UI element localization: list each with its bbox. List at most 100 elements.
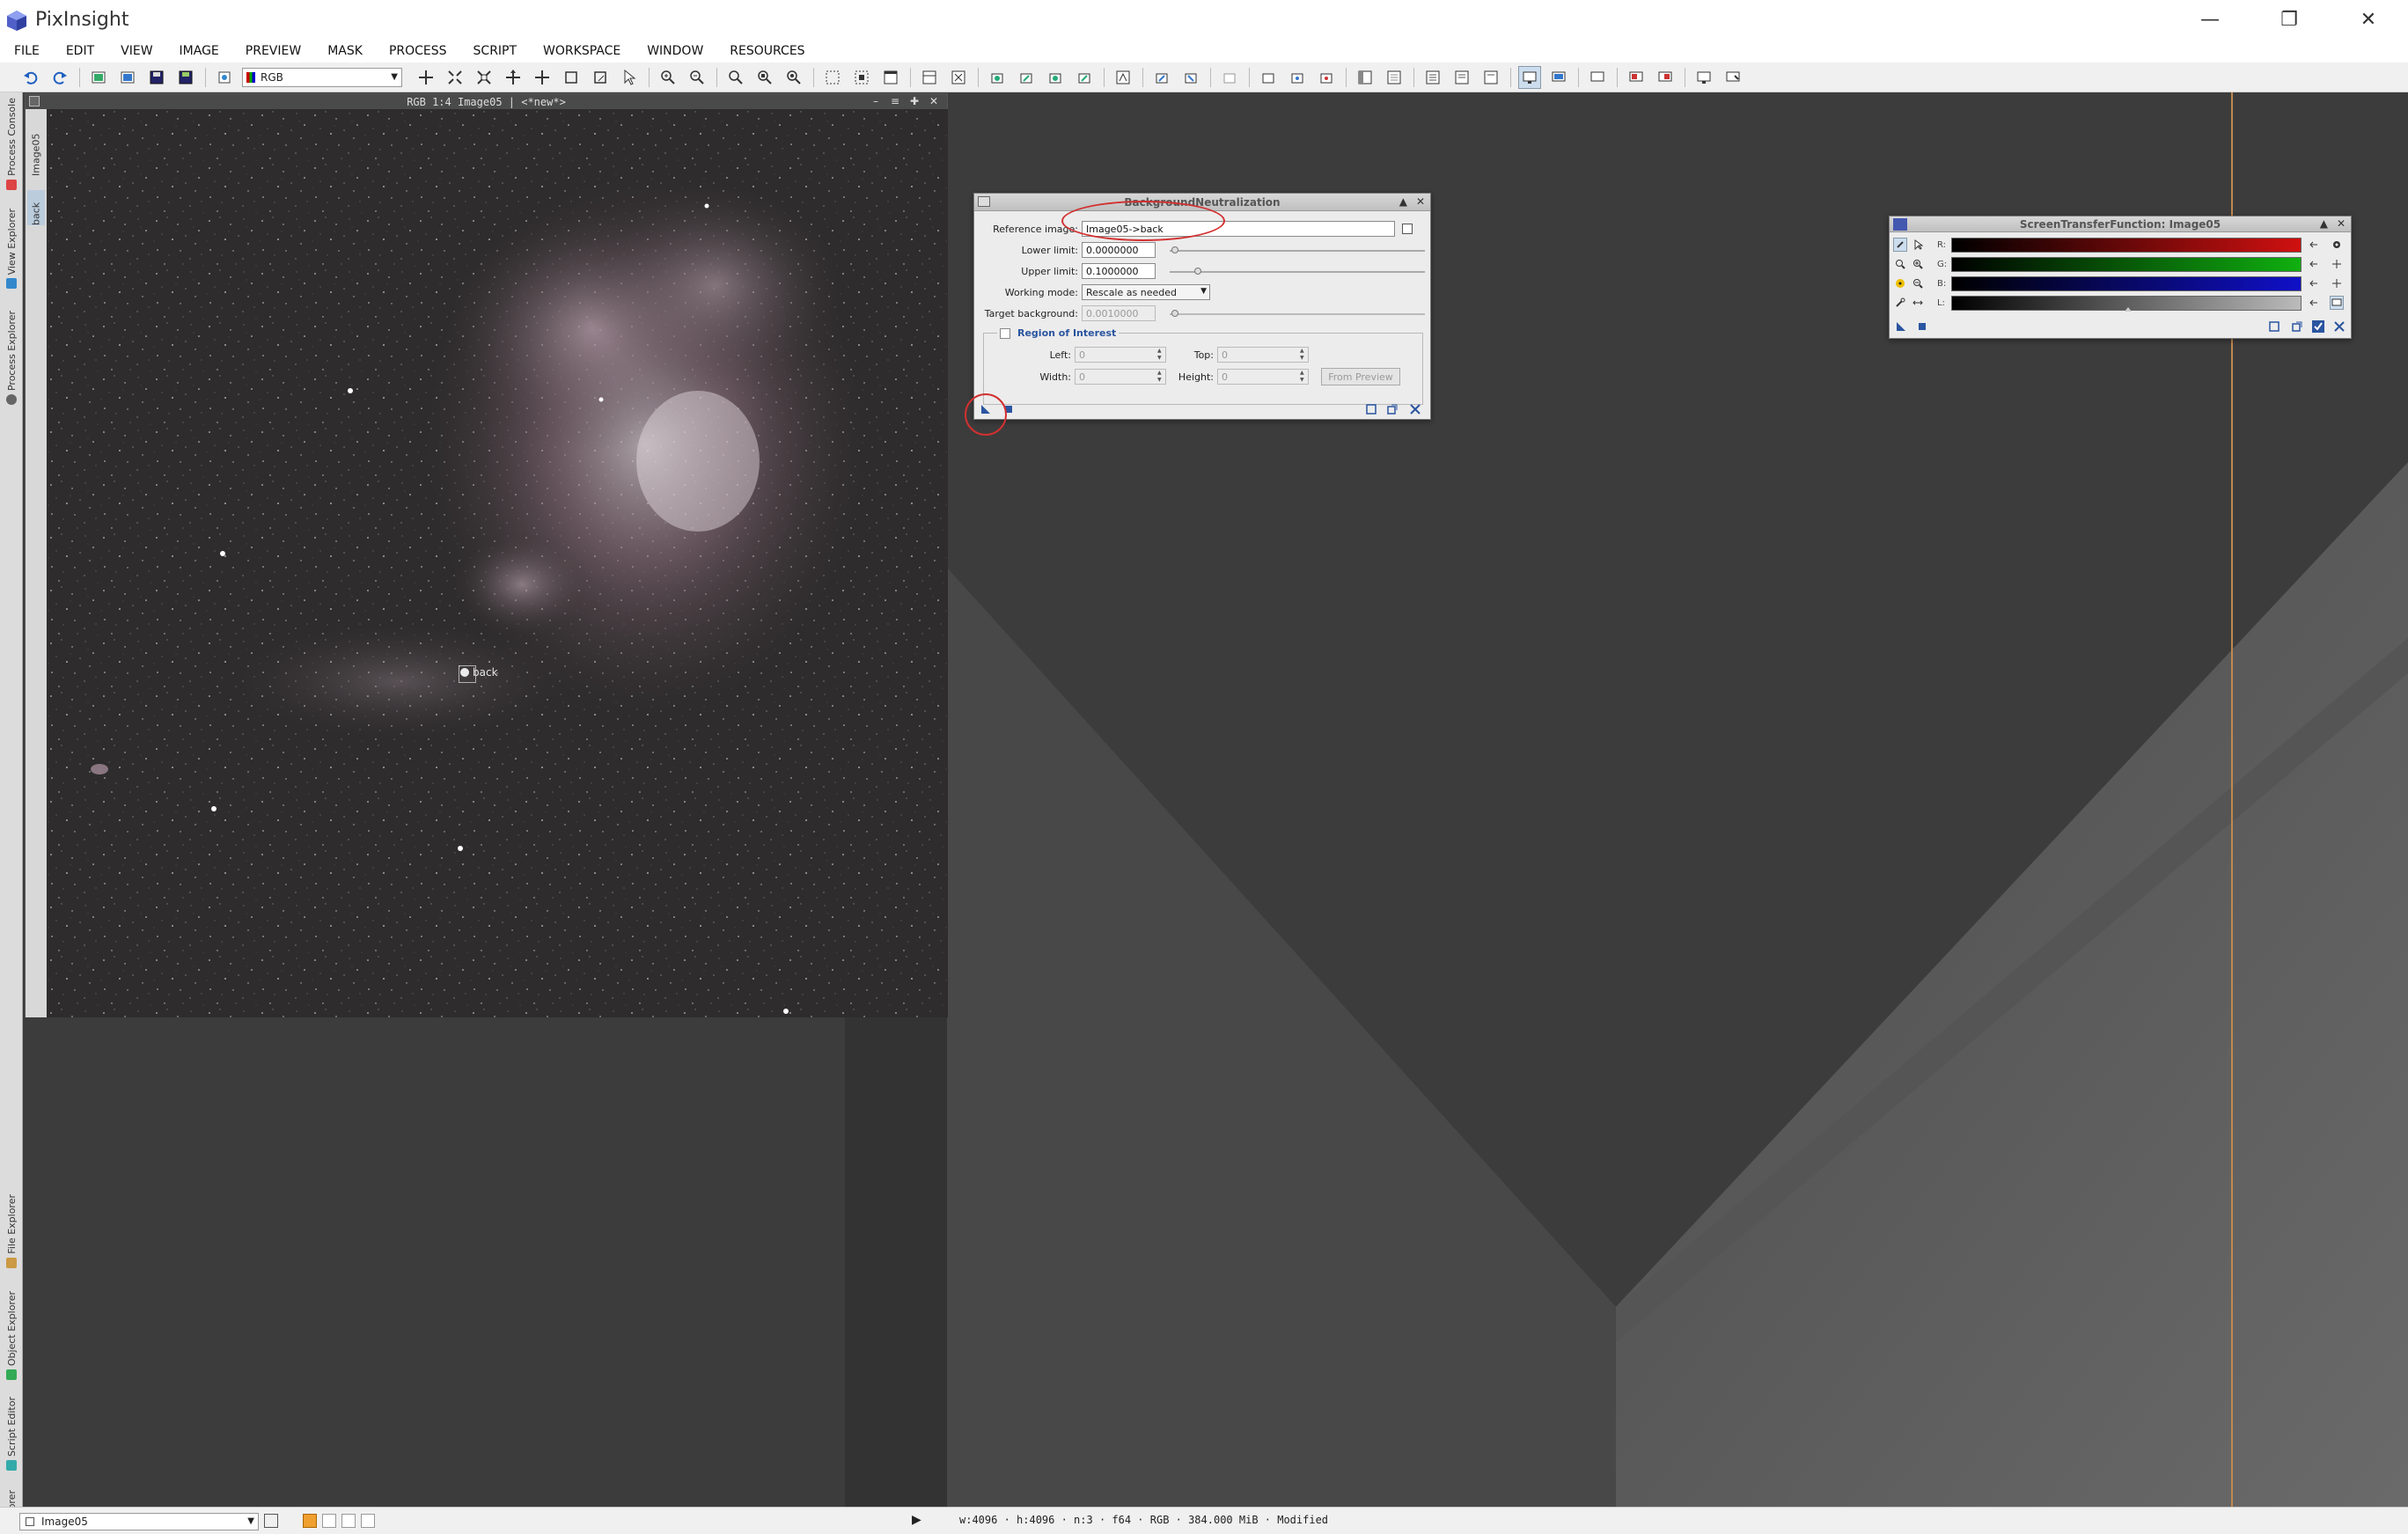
stf-dialog[interactable]: ScreenTransferFunction: Image05 ▲ ✕ R: G…: [1889, 216, 2352, 339]
edit-preview-icon[interactable]: [589, 66, 612, 89]
menu-window[interactable]: WINDOW: [647, 44, 703, 58]
tab-main-view[interactable]: Image05: [27, 114, 45, 176]
browse-docs-icon[interactable]: [1365, 403, 1377, 415]
spin-icon[interactable]: ▲ ▼: [1300, 370, 1307, 384]
tile-icon[interactable]: [947, 66, 970, 89]
explorer-icon[interactable]: [1257, 66, 1280, 89]
redo-icon[interactable]: [48, 66, 71, 89]
wrench-icon[interactable]: [1893, 296, 1907, 310]
panel-left-icon[interactable]: [1354, 66, 1377, 89]
stf-titlebar[interactable]: ScreenTransferFunction: Image05 ▲ ✕: [1890, 217, 2351, 232]
pan-mode-icon[interactable]: [502, 66, 525, 89]
tab-object-explorer[interactable]: Object Explorer: [0, 1291, 23, 1381]
menu-view[interactable]: VIEW: [121, 44, 152, 58]
screen-icon[interactable]: [1586, 66, 1609, 89]
close-button[interactable]: ✕: [2329, 0, 2408, 40]
apply-icon[interactable]: [1916, 320, 1928, 333]
undo-icon[interactable]: [19, 66, 42, 89]
mask-enable-icon[interactable]: [1044, 66, 1067, 89]
list-2-icon[interactable]: [1450, 66, 1473, 89]
fit-view-icon[interactable]: [850, 66, 873, 89]
spin-icon[interactable]: ▲ ▼: [1157, 370, 1164, 384]
reset-icon[interactable]: [2333, 320, 2346, 333]
mask-invert-icon[interactable]: [1015, 66, 1038, 89]
screen-3-icon[interactable]: [1692, 66, 1715, 89]
mask-icon[interactable]: [986, 66, 1009, 89]
stf-l-bar[interactable]: [1951, 296, 2302, 312]
duplicate-icon[interactable]: [213, 66, 236, 89]
stf-r-bar[interactable]: [1951, 238, 2302, 253]
tab-script-editor[interactable]: Script Editor: [0, 1397, 23, 1471]
menu-workspace[interactable]: WORKSPACE: [543, 44, 620, 58]
shade-icon[interactable]: –: [866, 94, 885, 109]
lower-limit-slider[interactable]: [1170, 246, 1425, 253]
zoom-icon[interactable]: [1893, 257, 1907, 271]
crosshair-icon[interactable]: [2330, 257, 2344, 271]
new-instance-icon[interactable]: [1895, 320, 1907, 333]
roi-width-field[interactable]: 0 ▲ ▼: [1075, 369, 1166, 385]
monitor-2-icon[interactable]: [1547, 66, 1570, 89]
gear-icon[interactable]: [2330, 238, 2344, 252]
new-preview-icon[interactable]: [560, 66, 583, 89]
menu-image[interactable]: IMAGE: [180, 44, 219, 58]
open-image-icon[interactable]: [116, 66, 139, 89]
menu-script[interactable]: SCRIPT: [474, 44, 518, 58]
roi-left-field[interactable]: 0 ▲ ▼: [1075, 347, 1166, 363]
zoom-mode-icon[interactable]: [444, 66, 466, 89]
stf-menu-icon[interactable]: [1893, 218, 1907, 231]
stf-b-bar[interactable]: [1951, 276, 2302, 291]
stf-icon[interactable]: [1112, 66, 1134, 89]
screen-4-icon[interactable]: [1722, 66, 1744, 89]
fit-mode-icon[interactable]: [473, 66, 496, 89]
tab-process-explorer[interactable]: Process Explorer: [0, 311, 23, 406]
select-view-icon[interactable]: [1402, 224, 1413, 234]
menu-process[interactable]: PROCESS: [389, 44, 447, 58]
channel-select[interactable]: RGB ▼: [242, 67, 402, 87]
tab-preview-back[interactable]: back: [27, 190, 45, 225]
upper-limit-slider[interactable]: [1170, 268, 1425, 275]
readout-mode-icon[interactable]: [415, 66, 437, 89]
list-icon[interactable]: [1421, 66, 1444, 89]
minimize-icon[interactable]: ≡: [885, 94, 905, 109]
from-preview-button[interactable]: From Preview: [1321, 368, 1400, 385]
close-icon[interactable]: ✕: [2337, 217, 2346, 230]
view-toggle-icon[interactable]: [264, 1514, 278, 1528]
target-background-field[interactable]: 0.0010000: [1082, 305, 1156, 321]
zoom-out-icon[interactable]: [1911, 276, 1925, 290]
menu-mask[interactable]: MASK: [327, 44, 363, 58]
minimize-button[interactable]: —: [2170, 0, 2250, 40]
restore-button[interactable]: ❐: [2250, 0, 2329, 40]
pointer-icon[interactable]: [618, 66, 641, 89]
roi-checkbox[interactable]: [1000, 327, 1010, 339]
monitor-icon[interactable]: [2330, 296, 2344, 310]
roi-top-field[interactable]: 0 ▲ ▼: [1217, 347, 1309, 363]
tab-process-console[interactable]: Process Console: [0, 98, 23, 190]
reset-l-icon[interactable]: [2307, 296, 2321, 310]
reset-r-icon[interactable]: [2307, 238, 2321, 252]
save-image-icon[interactable]: [145, 66, 168, 89]
monitor-icon[interactable]: [1518, 65, 1541, 89]
image-canvas[interactable]: back: [47, 109, 948, 1017]
save-as-icon[interactable]: [174, 66, 197, 89]
fit-window-icon[interactable]: [821, 66, 844, 89]
cascade-icon[interactable]: [918, 66, 941, 89]
zoom-in-icon[interactable]: [1911, 257, 1925, 271]
zoom-optimal-icon[interactable]: [782, 66, 805, 89]
view-select[interactable]: Image05 ▼: [19, 1513, 259, 1530]
link-channels-icon[interactable]: [1893, 238, 1907, 252]
menu-preview[interactable]: PREVIEW: [246, 44, 301, 58]
slider-knob[interactable]: [1194, 268, 1201, 275]
browse-docs-icon[interactable]: [2268, 320, 2280, 333]
stf-link-icon[interactable]: [1218, 66, 1241, 89]
menu-resources[interactable]: RESOURCES: [730, 44, 804, 58]
pointer-icon[interactable]: [1911, 238, 1925, 252]
play-icon[interactable]: ▶: [912, 1513, 921, 1527]
lower-limit-field[interactable]: 0.0000000: [1082, 242, 1156, 258]
slider-knob[interactable]: [1171, 246, 1178, 253]
spin-icon[interactable]: ▲ ▼: [1157, 348, 1164, 362]
shade-icon[interactable]: ▲: [2320, 217, 2328, 230]
zoom-1-1-icon[interactable]: [724, 66, 747, 89]
radiation-icon[interactable]: [1893, 276, 1907, 290]
move-icon[interactable]: [531, 66, 554, 89]
maximize-icon[interactable]: ✚: [905, 94, 924, 109]
